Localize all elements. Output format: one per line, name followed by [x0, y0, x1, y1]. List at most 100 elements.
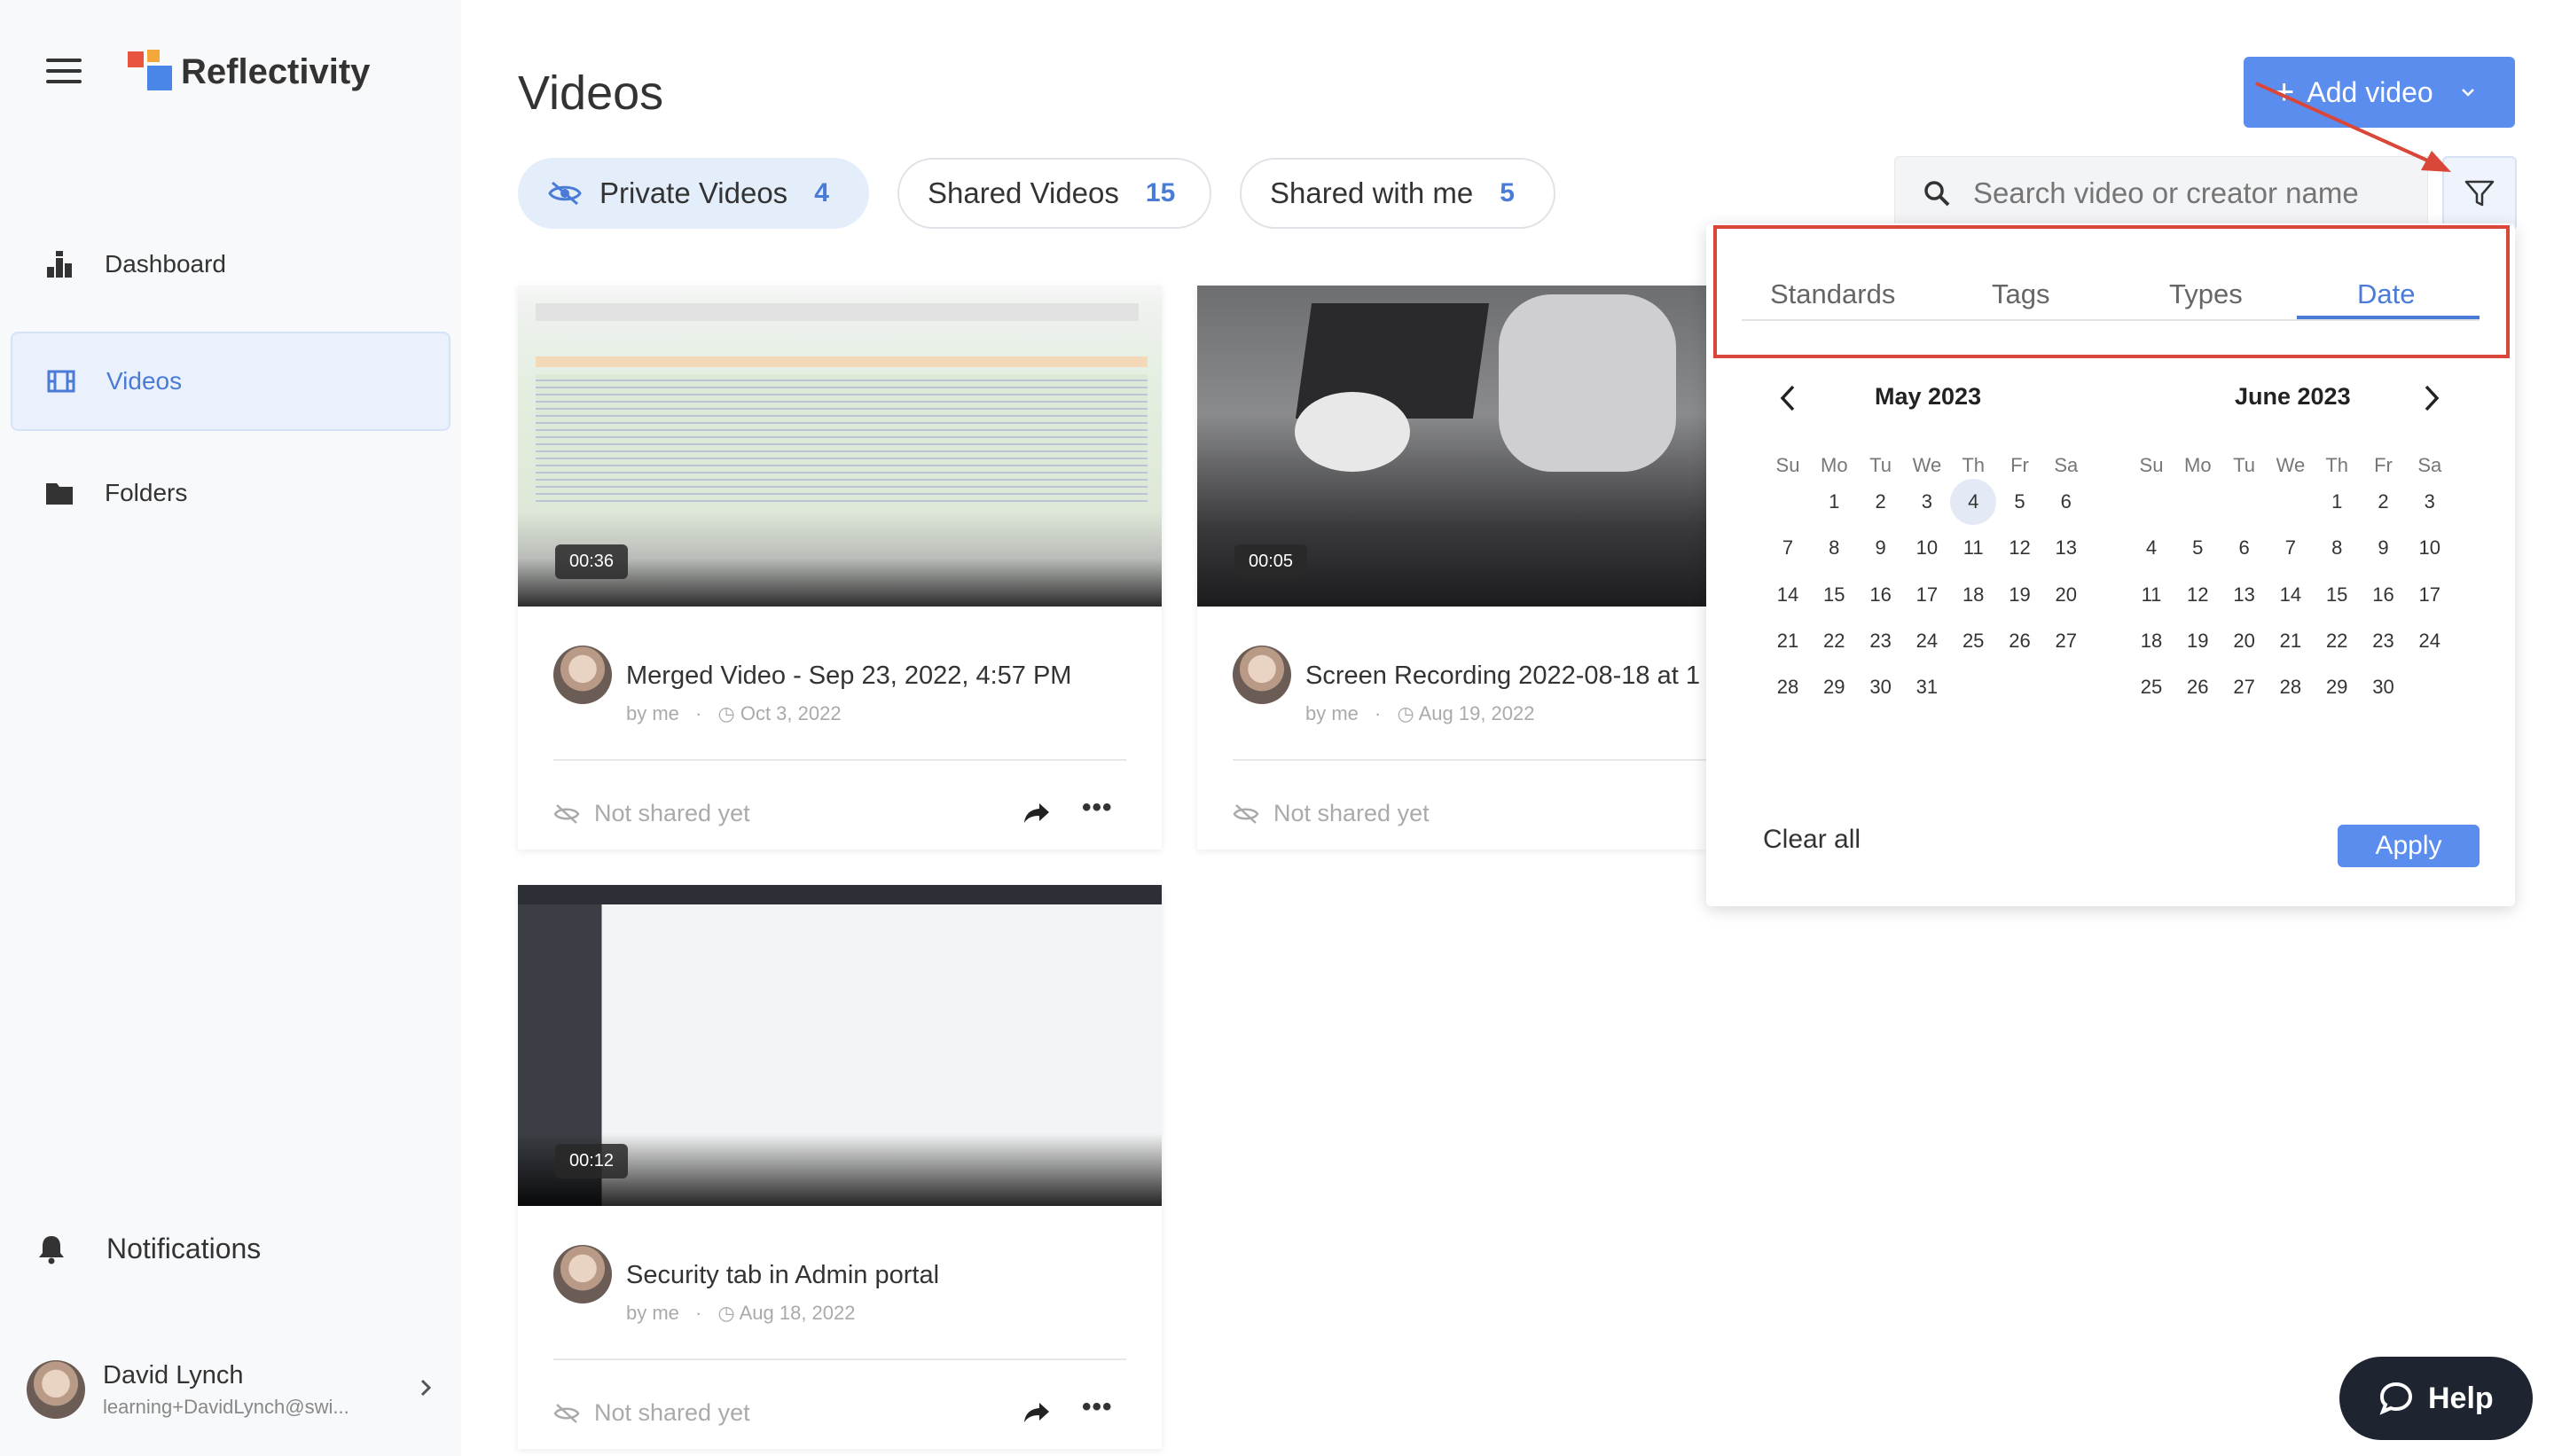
divider	[553, 759, 1126, 761]
calendar-day[interactable]: 28	[2268, 664, 2314, 710]
calendar-day[interactable]: 29	[2314, 664, 2360, 710]
calendar-day[interactable]: 25	[1950, 618, 1996, 664]
calendar-day[interactable]: 21	[2268, 618, 2314, 664]
calendar-day[interactable]: 5	[2174, 525, 2221, 571]
calendar-day[interactable]: 10	[2407, 525, 2453, 571]
calendar-day[interactable]: 19	[1997, 572, 2043, 618]
calendar-day[interactable]: 3	[2407, 479, 2453, 525]
calendar-day[interactable]: 1	[1811, 479, 1857, 525]
video-author: by me	[626, 702, 679, 724]
calendar-day[interactable]: 31	[1904, 664, 1950, 710]
chevron-right-icon[interactable]	[2421, 383, 2442, 418]
video-card[interactable]: 00:12 Security tab in Admin portal by me…	[518, 885, 1162, 1449]
help-label: Help	[2428, 1381, 2494, 1415]
calendar-day[interactable]: 6	[2043, 479, 2089, 525]
calendar-day[interactable]: 19	[2174, 618, 2221, 664]
calendar-day[interactable]: 24	[2407, 618, 2453, 664]
calendar-day[interactable]: 9	[2361, 525, 2407, 571]
calendar-day[interactable]: 23	[1858, 618, 1904, 664]
calendar-day[interactable]: 25	[2128, 664, 2174, 710]
chevron-left-icon[interactable]	[1777, 383, 1798, 418]
video-title[interactable]: Merged Video - Sep 23, 2022, 4:57 PM	[626, 661, 1071, 691]
calendar-day[interactable]: 8	[1811, 525, 1857, 571]
calendar-day[interactable]: 17	[1904, 572, 1950, 618]
calendar-day[interactable]: 11	[1950, 525, 1996, 571]
clock-icon: ◷	[717, 1302, 735, 1324]
more-options-icon[interactable]: •••	[1082, 1392, 1113, 1422]
calendar-day[interactable]: 22	[1811, 618, 1857, 664]
video-date: Oct 3, 2022	[740, 702, 842, 724]
share-arrow-icon[interactable]	[1022, 798, 1052, 828]
calendar-day[interactable]: 23	[2361, 618, 2407, 664]
calendar-day[interactable]: 16	[2361, 572, 2407, 618]
calendar-day[interactable]: 20	[2043, 572, 2089, 618]
calendar-day[interactable]: 7	[2268, 525, 2314, 571]
video-title[interactable]: Security tab in Admin portal	[626, 1261, 939, 1290]
calendar-day[interactable]: 11	[2128, 572, 2174, 618]
calendar-day[interactable]: 15	[2314, 572, 2360, 618]
calendar-day[interactable]: 27	[2043, 618, 2089, 664]
avatar	[553, 1245, 612, 1303]
calendar-day[interactable]: 22	[2314, 618, 2360, 664]
calendar-day[interactable]: 30	[1858, 664, 1904, 710]
share-status: Not shared yet	[553, 800, 750, 827]
clock-icon: ◷	[1397, 702, 1414, 724]
video-card[interactable]: 00:05 Screen Recording 2022-08-18 at 1 b…	[1197, 286, 1706, 849]
calendar-day[interactable]: 13	[2221, 572, 2268, 618]
calendar-day[interactable]: 20	[2221, 618, 2268, 664]
calendar-day[interactable]: 15	[1811, 572, 1857, 618]
weekday-label: Th	[2325, 454, 2349, 476]
calendar-day[interactable]: 14	[2268, 572, 2314, 618]
video-card[interactable]: 00:36 Merged Video - Sep 23, 2022, 4:57 …	[518, 286, 1162, 849]
calendar-day[interactable]: 26	[1997, 618, 2043, 664]
weekday-label: Mo	[2184, 454, 2212, 476]
calendar-day[interactable]: 26	[2174, 664, 2221, 710]
calendar-day[interactable]: 24	[1904, 618, 1950, 664]
video-meta: by me · ◷ Aug 18, 2022	[626, 1302, 856, 1324]
calendar-day[interactable]: 2	[2361, 479, 2407, 525]
calendar-day[interactable]: 12	[1997, 525, 2043, 571]
calendar-day[interactable]: 10	[1904, 525, 1950, 571]
calendar-day[interactable]: 4	[2128, 525, 2174, 571]
calendar-day[interactable]: 6	[2221, 525, 2268, 571]
calendar-day[interactable]: 5	[1997, 479, 2043, 525]
clock-icon: ◷	[717, 702, 735, 724]
calendar-day[interactable]: 8	[2314, 525, 2360, 571]
weekday-label: We	[1912, 454, 1942, 476]
calendar-day[interactable]: 29	[1811, 664, 1857, 710]
avatar	[1233, 646, 1291, 704]
weekday-label: Fr	[2010, 454, 2029, 476]
calendar-day[interactable]: 18	[2128, 618, 2174, 664]
calendar-day[interactable]: 28	[1765, 664, 1811, 710]
calendar-day[interactable]: 27	[2221, 664, 2268, 710]
share-arrow-icon[interactable]	[1022, 1397, 1052, 1428]
calendar-day[interactable]: 13	[2043, 525, 2089, 571]
apply-button[interactable]: Apply	[2338, 825, 2480, 867]
video-thumbnail[interactable]: 00:36	[518, 286, 1162, 607]
share-status-label: Not shared yet	[594, 800, 750, 826]
month-title: June 2023	[2235, 383, 2351, 410]
calendar-day[interactable]: 12	[2174, 572, 2221, 618]
calendar-day[interactable]: 14	[1765, 572, 1811, 618]
video-thumbnail[interactable]: 00:12	[518, 885, 1162, 1206]
video-thumbnail[interactable]: 00:05	[1197, 286, 1706, 607]
calendar-day[interactable]: 18	[1950, 572, 1996, 618]
calendar-day-selected[interactable]: 4	[1950, 479, 1997, 525]
calendar-day[interactable]: 30	[2361, 664, 2407, 710]
weekday-label: Sa	[2417, 454, 2442, 476]
calendar-day[interactable]: 3	[1904, 479, 1950, 525]
calendar-day[interactable]: 9	[1858, 525, 1904, 571]
video-title[interactable]: Screen Recording 2022-08-18 at 1	[1305, 661, 1706, 691]
calendar-day[interactable]: 16	[1858, 572, 1904, 618]
weekday-label: Su	[2139, 454, 2164, 476]
weekday-label: Mo	[1821, 454, 1848, 476]
calendar-day[interactable]: 7	[1765, 525, 1811, 571]
calendar-day[interactable]: 21	[1765, 618, 1811, 664]
help-button[interactable]: Help	[2339, 1357, 2533, 1440]
calendar-day[interactable]: 2	[1858, 479, 1904, 525]
calendar-day[interactable]: 17	[2407, 572, 2453, 618]
more-options-icon[interactable]: •••	[1082, 793, 1113, 823]
calendar-day[interactable]: 1	[2314, 479, 2360, 525]
clear-all-button[interactable]: Clear all	[1763, 825, 1861, 855]
share-status: Not shared yet	[553, 1399, 750, 1427]
